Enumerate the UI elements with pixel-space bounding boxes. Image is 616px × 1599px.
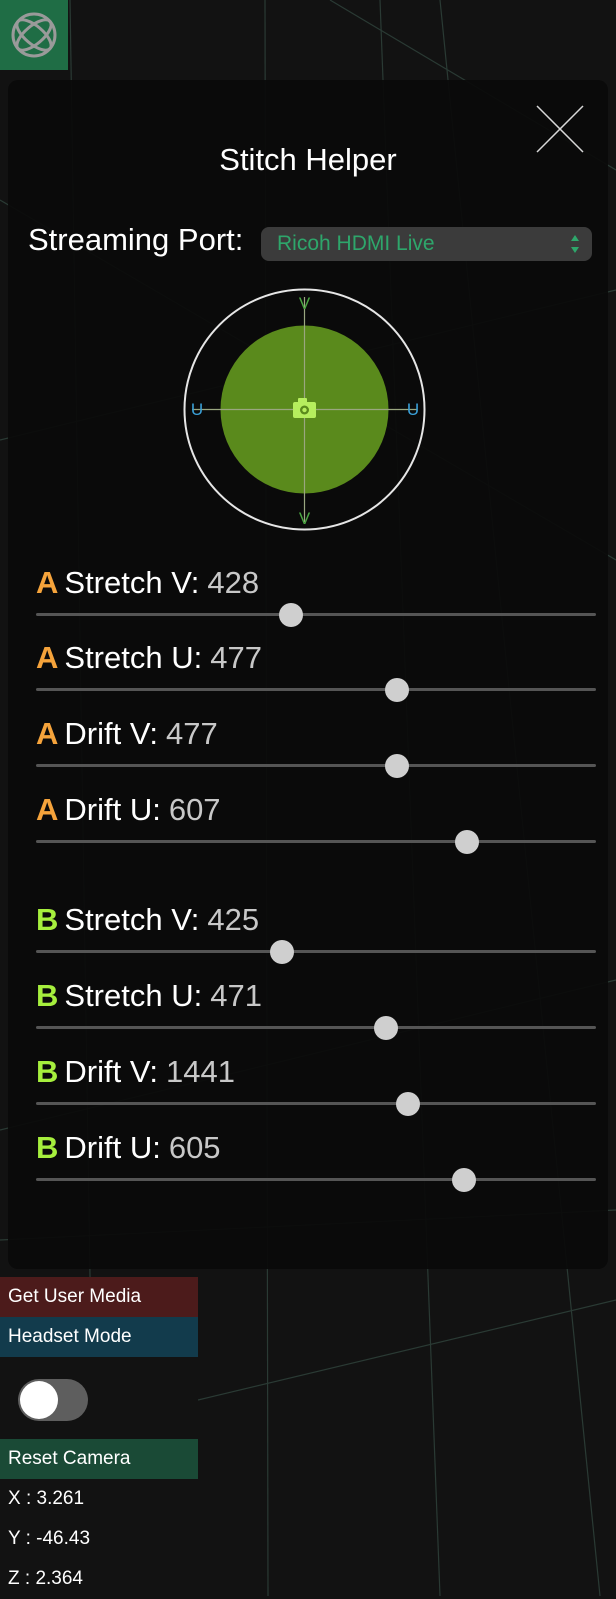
channel-badge: B: [36, 902, 59, 937]
slider-name: Drift V:: [64, 716, 158, 751]
streaming-port-label: Streaming Port:: [28, 222, 244, 257]
slider-value: 607: [168, 792, 221, 827]
slider-a-2: A Drift V: 477: [28, 716, 596, 778]
channel-badge: A: [36, 640, 59, 675]
slider-track[interactable]: [36, 688, 596, 691]
slider-label: B Stretch V: 425: [36, 902, 259, 938]
panel-title: Stitch Helper: [219, 142, 397, 177]
slider-value: 605: [168, 1130, 221, 1165]
slider-a-1: A Stretch U: 477: [28, 640, 596, 702]
slider-track[interactable]: [36, 950, 596, 953]
get-user-media-button[interactable]: Get User Media: [0, 1277, 198, 1317]
slider-b-1: B Stretch U: 471: [28, 978, 596, 1040]
slider-thumb[interactable]: [278, 603, 303, 627]
coord-y: Y : -46.43: [0, 1519, 198, 1559]
joystick-bottom-label: V: [299, 509, 311, 528]
slider-thumb[interactable]: [452, 1168, 477, 1192]
slider-thumb[interactable]: [385, 754, 410, 778]
toggle-knob: [20, 1381, 58, 1419]
slider-value: 1441: [165, 1054, 235, 1089]
slider-track[interactable]: [36, 1026, 596, 1029]
slider-track[interactable]: [36, 1178, 596, 1181]
slider-a-3: A Drift U: 607: [28, 792, 596, 854]
globe-menu-button[interactable]: [0, 0, 68, 70]
select-arrows-icon: [571, 235, 579, 253]
slider-track[interactable]: [36, 613, 596, 616]
channel-badge: B: [36, 1130, 59, 1165]
slider-value: 428: [207, 565, 260, 600]
reset-camera-button[interactable]: Reset Camera: [0, 1439, 198, 1479]
streaming-port-value: Ricoh HDMI Live: [277, 232, 435, 255]
joystick-left-label: U: [191, 400, 203, 419]
slider-thumb[interactable]: [385, 678, 410, 702]
slider-a-0: A Stretch V: 428: [28, 565, 596, 627]
headset-mode-button[interactable]: Headset Mode: [0, 1317, 198, 1357]
slider-label: A Drift V: 477: [36, 716, 218, 752]
slider-value: 425: [207, 902, 260, 937]
slider-track[interactable]: [36, 840, 596, 843]
slider-name: Stretch V:: [64, 902, 200, 937]
slider-label: A Drift U: 607: [36, 792, 221, 828]
slider-name: Stretch U:: [64, 640, 203, 675]
uv-joystick[interactable]: V V U U: [182, 287, 427, 532]
slider-value: 477: [165, 716, 218, 751]
channel-badge: A: [36, 792, 59, 827]
slider-name: Drift U:: [64, 792, 161, 827]
slider-name: Stretch V:: [64, 565, 200, 600]
slider-track[interactable]: [36, 1102, 596, 1105]
bottom-sidebar: Get User Media Headset Mode Reset Camera…: [0, 1277, 198, 1599]
slider-label: B Drift U: 605: [36, 1130, 221, 1166]
coord-z: Z : 2.364: [0, 1559, 198, 1599]
slider-label: A Stretch V: 428: [36, 565, 259, 601]
slider-name: Drift U:: [64, 1130, 161, 1165]
slider-value: 471: [210, 978, 262, 1013]
slider-thumb[interactable]: [374, 1016, 398, 1040]
slider-label: B Drift V: 1441: [36, 1054, 235, 1090]
slider-name: Stretch U:: [64, 978, 203, 1013]
globe-icon: [11, 12, 57, 58]
slider-b-2: B Drift V: 1441: [28, 1054, 596, 1116]
slider-value: 477: [210, 640, 262, 675]
slider-name: Drift V:: [64, 1054, 158, 1089]
slider-label: A Stretch U: 477: [36, 640, 262, 676]
headset-toggle-row: [0, 1357, 198, 1439]
slider-label: B Stretch U: 471: [36, 978, 262, 1014]
slider-track[interactable]: [36, 764, 596, 767]
slider-b-0: B Stretch V: 425: [28, 902, 596, 964]
slider-thumb[interactable]: [396, 1092, 421, 1116]
joystick-top-label: V: [299, 294, 311, 313]
slider-thumb[interactable]: [455, 830, 480, 854]
slider-b-3: B Drift U: 605: [28, 1130, 596, 1192]
joystick-right-label: U: [407, 400, 419, 419]
coord-x: X : 3.261: [0, 1479, 198, 1519]
stitch-helper-panel: Stitch Helper Streaming Port: Ricoh HDMI…: [8, 80, 608, 1269]
channel-badge: A: [36, 565, 59, 600]
streaming-port-select[interactable]: Ricoh HDMI Live: [261, 227, 592, 261]
headset-mode-toggle[interactable]: [18, 1379, 88, 1421]
channel-badge: B: [36, 978, 59, 1013]
slider-thumb[interactable]: [270, 940, 295, 964]
channel-badge: A: [36, 716, 59, 751]
channel-badge: B: [36, 1054, 59, 1089]
